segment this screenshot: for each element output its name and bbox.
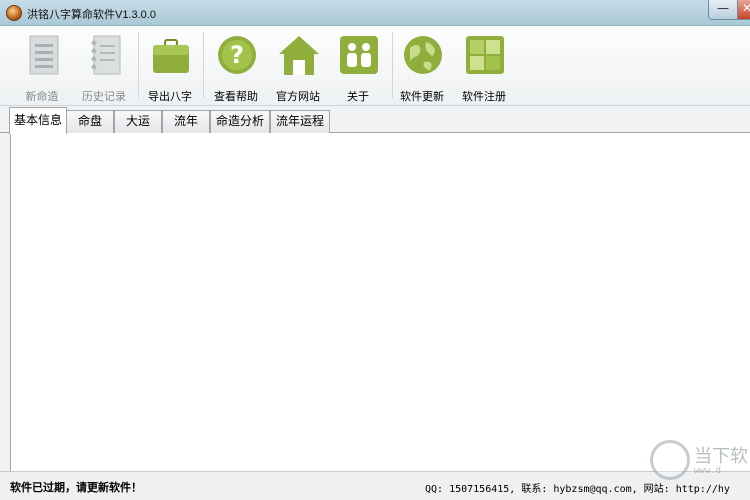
about-button[interactable]: 关于 bbox=[326, 32, 390, 104]
export-bazi-button[interactable]: 导出八字 bbox=[138, 32, 202, 104]
about-label: 关于 bbox=[347, 90, 369, 103]
expiry-status-text: 软件已过期，请更新软件！ bbox=[10, 481, 142, 494]
globe-icon bbox=[404, 36, 442, 74]
about-icon bbox=[340, 36, 378, 74]
status-bar: 软件已过期，请更新软件！ QQ: 1507156415, 联系: hybzsm@… bbox=[0, 471, 750, 500]
app-window: 洪铭八字算命软件V1.3.0.0 — ✕ 新命造 历史记录 导出八字 ? 查看帮… bbox=[0, 0, 750, 500]
software-register-button[interactable]: 软件注册 bbox=[452, 32, 516, 104]
tab-chart-analysis[interactable]: 命造分析 bbox=[210, 110, 270, 133]
window-title: 洪铭八字算命软件V1.3.0.0 bbox=[27, 9, 156, 21]
document-icon bbox=[29, 35, 59, 75]
software-register-label: 软件注册 bbox=[462, 90, 506, 103]
tab-basic-info[interactable]: 基本信息 bbox=[9, 107, 67, 134]
tab-strip: 基本信息 命盘 大运 流年 命造分析 流年运程 bbox=[0, 106, 750, 134]
left-margin bbox=[0, 133, 10, 471]
app-logo-icon bbox=[6, 5, 22, 21]
tab-chart[interactable]: 命盘 bbox=[66, 110, 114, 133]
software-update-button[interactable]: 软件更新 bbox=[390, 32, 454, 104]
tab-major-luck[interactable]: 大运 bbox=[114, 110, 162, 133]
register-icon bbox=[466, 36, 504, 74]
watermark-logo: 当下软 www.d bbox=[648, 440, 750, 492]
minimize-button[interactable]: — bbox=[708, 0, 738, 20]
history-button[interactable]: 历史记录 bbox=[72, 32, 136, 104]
toolbar: 新命造 历史记录 导出八字 ? 查看帮助 官方网站 关于 软件更新 软件注册 bbox=[0, 26, 750, 106]
view-help-label: 查看帮助 bbox=[214, 90, 258, 103]
tab-annual-fortune[interactable]: 流年运程 bbox=[270, 110, 330, 133]
view-help-button[interactable]: ? 查看帮助 bbox=[204, 32, 268, 104]
official-site-label: 官方网站 bbox=[276, 90, 320, 103]
briefcase-icon bbox=[153, 39, 189, 73]
title-bar[interactable]: 洪铭八字算命软件V1.3.0.0 — ✕ bbox=[0, 0, 750, 26]
watermark-subtext: www.d bbox=[694, 466, 722, 476]
watermark-circle-icon bbox=[650, 440, 690, 480]
software-update-label: 软件更新 bbox=[400, 90, 444, 103]
svg-text:?: ? bbox=[230, 41, 244, 69]
tab-annual[interactable]: 流年 bbox=[162, 110, 210, 133]
home-icon bbox=[279, 36, 319, 75]
new-chart-label: 新命造 bbox=[25, 90, 59, 103]
new-chart-button[interactable]: 新命造 bbox=[10, 32, 74, 104]
help-icon: ? bbox=[218, 36, 256, 74]
history-label: 历史记录 bbox=[82, 90, 126, 103]
tab-content-panel[interactable] bbox=[10, 133, 750, 471]
export-bazi-label: 导出八字 bbox=[148, 90, 192, 103]
close-button[interactable]: ✕ bbox=[737, 0, 750, 20]
notebook-icon bbox=[91, 35, 121, 75]
watermark-text: 当下软 bbox=[694, 446, 748, 467]
official-site-button[interactable]: 官方网站 bbox=[266, 32, 330, 104]
